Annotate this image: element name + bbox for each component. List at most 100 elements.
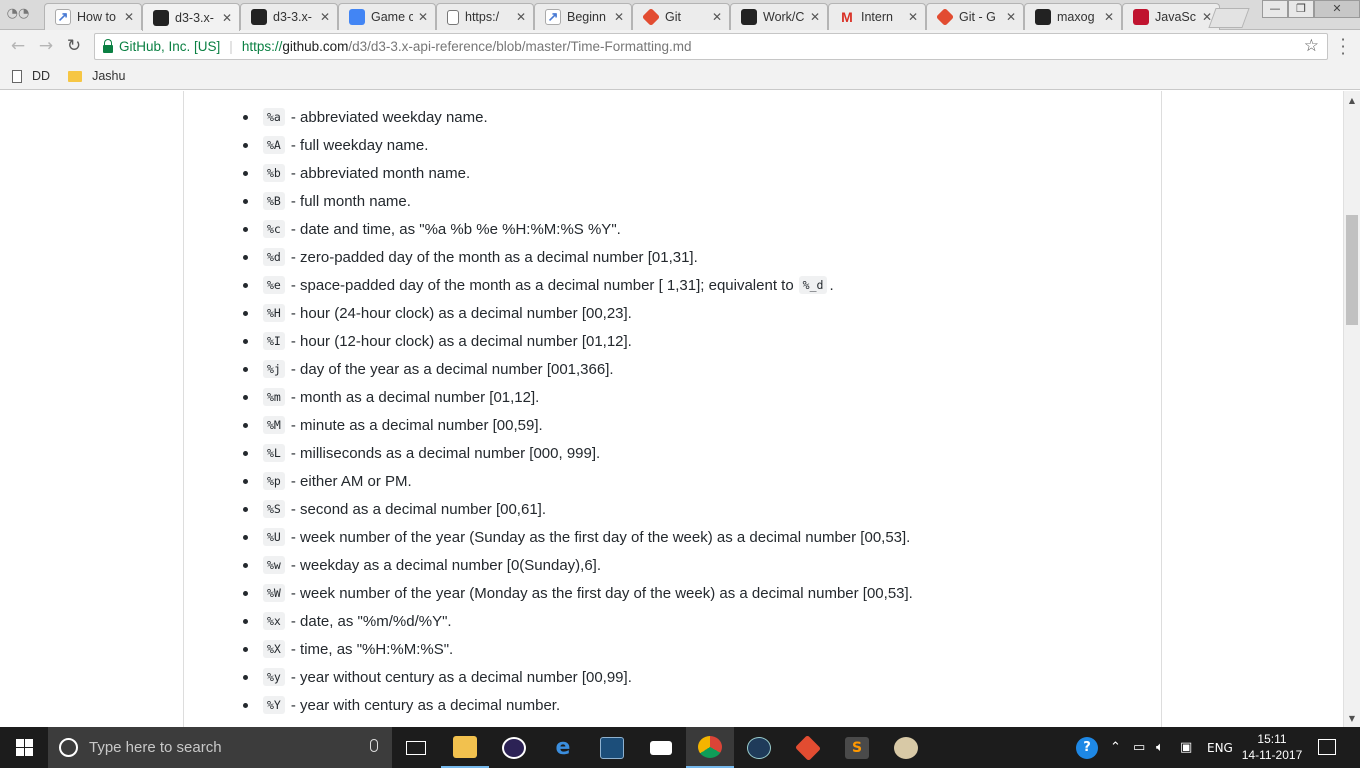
browser-tab[interactable]: ↗ Beginn ✕ [534,3,632,30]
format-code: %y [263,668,285,686]
list-item: %p - either AM or PM. [240,467,913,495]
show-hidden-icons-icon[interactable]: ⌃ [1110,727,1121,768]
taskbar-search[interactable]: Type here to search [48,727,392,768]
restore-button[interactable]: ❐ [1288,0,1314,18]
git-favicon-icon [641,7,661,27]
microphone-icon[interactable] [370,739,378,752]
page-icon [12,69,22,83]
format-description: - time, as "%H:%M:%S". [290,640,454,658]
tab-title: Beginn [567,10,606,24]
network-icon[interactable]: ▣ [1180,727,1192,768]
action-center-icon[interactable] [1318,739,1336,755]
window-close-button[interactable]: ✕ [1314,0,1360,18]
profile-icon[interactable]: ◔◔ [4,4,32,24]
language-indicator[interactable]: ENG [1207,727,1233,768]
tab-close-icon[interactable]: ✕ [319,10,331,24]
reload-icon[interactable]: ↻ [64,36,84,56]
paint-icon[interactable] [882,727,930,768]
browser-tab[interactable]: Git - G ✕ [926,3,1024,30]
edge-icon[interactable]: e [539,727,587,768]
bullet-icon [243,478,248,484]
clock[interactable]: 15:11 14-11-2017 [1240,731,1304,763]
bullet-icon [243,114,248,120]
list-item: %a - abbreviated weekday name. [240,103,913,131]
bookmark-jashu[interactable]: Jashu [68,69,125,83]
tab-close-icon[interactable]: ✕ [221,11,233,25]
scroll-down-icon[interactable]: ▼ [1344,711,1360,727]
tab-close-icon[interactable]: ✕ [613,10,625,24]
bullet-icon [243,142,248,148]
scroll-thumb[interactable] [1346,215,1358,325]
browser-tab[interactable]: JavaSc ✕ [1122,3,1220,30]
browser-tab[interactable]: M Intern ✕ [828,3,926,30]
list-item: %y - year without century as a decimal nu… [240,663,913,691]
bookmark-star-icon[interactable]: ☆ [1304,36,1319,56]
tab-close-icon[interactable]: ✕ [1103,10,1115,24]
minimize-button[interactable]: — [1262,0,1288,18]
app-icon[interactable] [735,727,783,768]
browser-tab[interactable]: d3-3.x- ✕ [142,3,240,31]
browser-tab[interactable]: Game c ✕ [338,3,436,30]
start-button[interactable] [0,727,48,768]
tab-title: Work/C [763,10,805,24]
browser-tab[interactable]: maxog ✕ [1024,3,1122,30]
file-explorer-icon[interactable] [441,727,489,768]
format-code: %H [263,304,285,322]
browser-menu-icon[interactable]: · · · [1334,32,1352,62]
bullet-icon [243,226,248,232]
volume-muted-icon[interactable]: 🔈︎ [1156,727,1164,768]
format-code: %B [263,192,285,210]
address-bar[interactable]: GitHub, Inc. [US] | https:// github.com … [94,33,1328,60]
tab-title: Intern [861,10,893,24]
tab-close-icon[interactable]: ✕ [123,10,135,24]
scroll-up-icon[interactable]: ▲ [1344,93,1360,109]
vertical-scrollbar[interactable]: ▲ ▼ [1343,91,1360,727]
task-view-icon[interactable] [392,727,440,768]
format-code: %X [263,640,285,658]
tab-close-icon[interactable]: ✕ [711,10,723,24]
browser-tab[interactable]: Git ✕ [632,3,730,30]
mysql-workbench-icon[interactable] [588,727,636,768]
bullet-icon [243,282,248,288]
format-code: %A [263,136,285,154]
format-code: %d [263,248,285,266]
list-item: %X - time, as "%H:%M:%S". [240,635,913,663]
format-description: - date, as "%m/%d/%Y". [290,612,452,630]
tab-close-icon[interactable]: ✕ [1005,10,1017,24]
battery-icon[interactable]: ▭ [1133,727,1145,768]
forward-icon[interactable]: → [36,36,56,56]
format-code: %e [263,276,285,294]
github-favicon-icon [251,9,267,25]
tab-close-icon[interactable]: ✕ [515,10,527,24]
git-gui-icon[interactable] [784,727,832,768]
bookmark-dd[interactable]: DD [0,69,50,83]
format-code: %W [263,584,285,602]
browser-tab[interactable]: https:/ ✕ [436,3,534,30]
tab-close-icon[interactable]: ✕ [907,10,919,24]
github-favicon-icon [741,9,757,25]
format-code: %U [263,528,285,546]
browser-tab[interactable]: d3-3.x- ✕ [240,3,338,30]
tab-strip: ◔◔ ↗ How to ✕ d3-3.x- ✕ d3-3.x- ✕ Game c ✕ https:… [0,0,1360,31]
new-tab-button[interactable] [1208,8,1250,28]
chrome-icon[interactable] [686,727,734,768]
bullet-icon [243,674,248,680]
eclipse-icon[interactable] [490,727,538,768]
inline-code: %_d [798,276,828,294]
tab-title: d3-3.x- [175,10,214,25]
tab-close-icon[interactable]: ✕ [809,10,821,24]
list-item: %S - second as a decimal number [00,61]. [240,495,913,523]
browser-tab[interactable]: ↗ How to ✕ [44,3,142,30]
chart-favicon-icon: ↗ [55,9,71,25]
list-item: %m - month as a decimal number [01,12]. [240,383,913,411]
browser-tab[interactable]: Work/C ✕ [730,3,828,30]
format-code: %a [263,108,285,126]
format-description: - zero-padded day of the month as a deci… [290,248,698,266]
help-icon[interactable]: ? [1076,727,1098,768]
bullet-icon [243,170,248,176]
back-icon[interactable]: ← [8,36,28,56]
list-item: %H - hour (24-hour clock) as a decimal nu… [240,299,913,327]
sublime-text-icon[interactable]: S [833,727,881,768]
mail-icon[interactable] [637,727,685,768]
tab-close-icon[interactable]: ✕ [417,10,429,24]
